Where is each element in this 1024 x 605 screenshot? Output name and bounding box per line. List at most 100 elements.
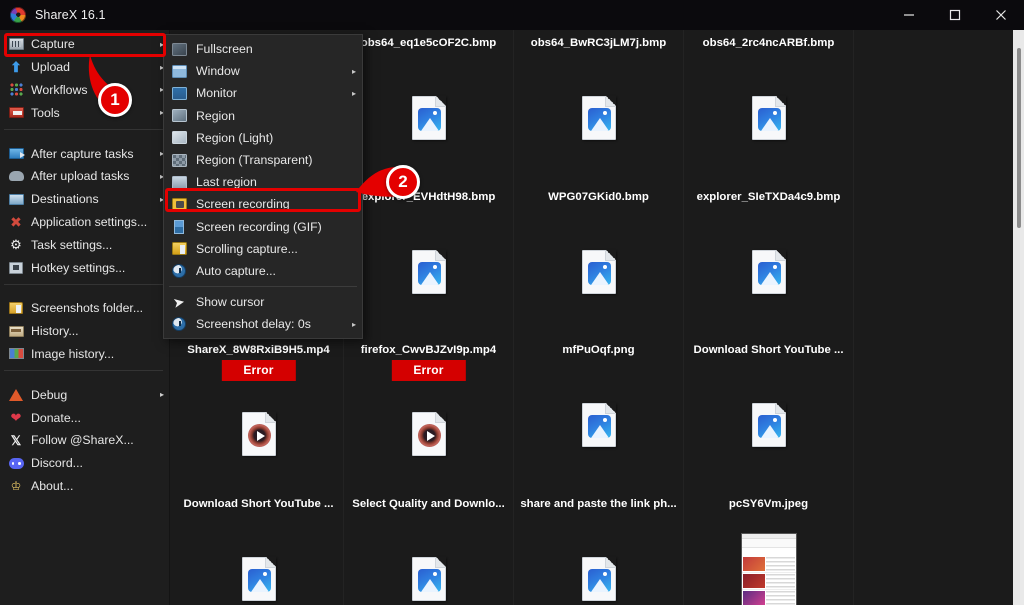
- chevron-right-icon: ▸: [351, 319, 356, 329]
- submenu-item-region-light[interactable]: Region (Light): [164, 127, 362, 149]
- file-name: ShareX_8W8RxiB9H5.mp4: [187, 344, 330, 356]
- image-file-icon: [411, 249, 446, 294]
- submenu-item-screen-recording-gif[interactable]: Screen recording (GIF): [164, 216, 362, 238]
- sidebar-item-about[interactable]: ♔ About...: [0, 475, 169, 498]
- sidebar-item-label: Follow @ShareX...: [31, 433, 134, 448]
- vertical-scrollbar[interactable]: [1013, 30, 1024, 605]
- close-icon[interactable]: [978, 0, 1024, 30]
- window-title: ShareX 16.1: [35, 8, 106, 22]
- sidebar-item-label: History...: [31, 324, 79, 339]
- submenu-item-region-transparent[interactable]: Region (Transparent): [164, 149, 362, 171]
- file-name: WPG07GKid0.bmp: [548, 190, 649, 203]
- file-cell[interactable]: Download Short YouTube ...: [174, 490, 344, 605]
- chevron-right-icon: ▸: [351, 88, 356, 98]
- file-cell[interactable]: explorer_SIeTXDa4c9.bmp: [684, 183, 854, 337]
- sidebar-item-label: Discord...: [31, 456, 83, 471]
- sidebar-item-hotkey-settings[interactable]: Hotkey settings...: [0, 256, 169, 279]
- sidebar-item-task-settings[interactable]: ⚙ Task settings...: [0, 233, 169, 256]
- image-file-icon: [241, 556, 276, 601]
- sharex-window: ShareX 16.1 Capture ▸ ⬆ Upload ▸ Workflo…: [0, 0, 1024, 605]
- sidebar-item-follow-sharex[interactable]: 𝕏 Follow @ShareX...: [0, 429, 169, 452]
- file-thumbnail: Error: [174, 360, 343, 491]
- submenu-item-window[interactable]: Window ▸: [164, 60, 362, 82]
- callout-number: 2: [386, 165, 420, 199]
- file-cell[interactable]: WPG07GKid0.bmp: [514, 183, 684, 337]
- sidebar-item-label: After upload tasks: [31, 169, 130, 184]
- file-cell[interactable]: Download Short YouTube ...: [684, 337, 854, 491]
- submenu-item-screenshot-delay[interactable]: Screenshot delay: 0s ▸: [164, 313, 362, 335]
- submenu-item-screen-recording[interactable]: Screen recording: [164, 193, 362, 215]
- sidebar-item-label: After capture tasks: [31, 146, 134, 161]
- file-thumbnail: [684, 53, 853, 184]
- file-name: obs64_BwRC3jLM7j.bmp: [530, 37, 667, 49]
- submenu-item-last-region[interactable]: Last region: [164, 171, 362, 193]
- sidebar-item-after-capture-tasks[interactable]: After capture tasks ▸: [0, 142, 169, 165]
- file-cell[interactable]: firefox_CwvBJZvI9p.mp4 Error: [344, 337, 514, 491]
- image-file-icon: [411, 96, 446, 141]
- sidebar-item-label: Donate...: [31, 410, 81, 425]
- sidebar-item-discord[interactable]: Discord...: [0, 452, 169, 475]
- after-capture-icon: [8, 146, 25, 162]
- image-file-icon: [751, 403, 786, 448]
- submenu-item-fullscreen[interactable]: Fullscreen: [164, 38, 362, 60]
- file-cell[interactable]: mfPuOqf.png: [514, 337, 684, 491]
- region-transparent-icon: [171, 152, 187, 168]
- sidebar-item-debug[interactable]: Debug ▸: [0, 383, 169, 406]
- status-badge: Error: [221, 360, 296, 381]
- submenu-item-label: Screenshot delay: 0s: [196, 317, 311, 332]
- file-name: Download Short YouTube ...: [693, 344, 844, 356]
- sidebar-item-application-settings[interactable]: ✖ Application settings...: [0, 211, 169, 234]
- sidebar-item-label: Image history...: [31, 346, 115, 361]
- auto-capture-icon: [171, 263, 187, 279]
- fullscreen-icon: [171, 41, 187, 57]
- file-cell[interactable]: obs64_eq1e5cOF2C.bmp: [344, 30, 514, 184]
- file-name: Select Quality and Downlo...: [352, 497, 505, 510]
- sidebar-item-label: Debug: [31, 387, 68, 402]
- title-bar: ShareX 16.1: [0, 0, 1024, 30]
- submenu-item-scrolling-capture[interactable]: Scrolling capture...: [164, 238, 362, 260]
- minimize-icon[interactable]: [886, 0, 932, 30]
- file-cell[interactable]: Select Quality and Downlo...: [344, 490, 514, 605]
- submenu-item-label: Show cursor: [196, 295, 265, 310]
- submenu-item-label: Monitor: [196, 86, 238, 101]
- file-cell[interactable]: share and paste the link ph...: [514, 490, 684, 605]
- file-name: firefox_CwvBJZvI9p.mp4: [360, 344, 497, 356]
- submenu-item-monitor[interactable]: Monitor ▸: [164, 82, 362, 104]
- scrollbar-thumb[interactable]: [1016, 48, 1021, 228]
- file-name: obs64_2rc4ncARBf.bmp: [702, 37, 835, 49]
- image-file-icon: [581, 96, 616, 141]
- history-icon: [8, 323, 24, 339]
- file-thumbnail: [514, 514, 683, 605]
- submenu-item-auto-capture[interactable]: Auto capture...: [164, 260, 362, 282]
- hotkey-settings-icon: [8, 260, 24, 276]
- file-name: share and paste the link ph...: [520, 497, 677, 510]
- file-cell[interactable]: ShareX_8W8RxiB9H5.mp4 Error: [174, 337, 344, 491]
- sidebar-item-label: Hotkey settings...: [31, 260, 126, 275]
- debug-icon: [8, 387, 24, 403]
- file-cell[interactable]: pcSY6Vm.jpeg: [684, 490, 854, 605]
- sidebar-item-history[interactable]: History...: [0, 320, 169, 343]
- sidebar-item-image-history[interactable]: Image history...: [0, 343, 169, 366]
- submenu-item-label: Region (Transparent): [196, 153, 313, 168]
- image-file-icon: [581, 556, 616, 601]
- maximize-icon[interactable]: [932, 0, 978, 30]
- file-name: obs64_eq1e5cOF2C.bmp: [360, 37, 497, 49]
- submenu-item-region[interactable]: Region: [164, 105, 362, 127]
- image-file-icon: [751, 96, 786, 141]
- file-cell[interactable]: obs64_2rc4ncARBf.bmp: [684, 30, 854, 184]
- sidebar-item-capture[interactable]: Capture ▸: [0, 33, 169, 56]
- sidebar-item-donate[interactable]: ❤ Donate...: [0, 406, 169, 429]
- screenshots-folder-icon: [8, 300, 24, 316]
- submenu-item-show-cursor[interactable]: ➤ Show cursor: [164, 291, 362, 313]
- submenu-item-label: Fullscreen: [196, 42, 253, 57]
- image-history-icon: [8, 346, 24, 362]
- sidebar-item-after-upload-tasks[interactable]: After upload tasks ▸: [0, 165, 169, 188]
- menu-separator: [4, 283, 163, 285]
- sidebar-item-label: Screenshots folder...: [31, 301, 144, 316]
- submenu-item-label: Scrolling capture...: [196, 241, 298, 256]
- sidebar-item-destinations[interactable]: Destinations ▸: [0, 188, 169, 211]
- submenu-item-label: Region: [196, 108, 235, 123]
- file-cell[interactable]: obs64_BwRC3jLM7j.bmp: [514, 30, 684, 184]
- region-icon: [171, 108, 187, 124]
- sidebar-item-screenshots-folder[interactable]: Screenshots folder...: [0, 297, 169, 320]
